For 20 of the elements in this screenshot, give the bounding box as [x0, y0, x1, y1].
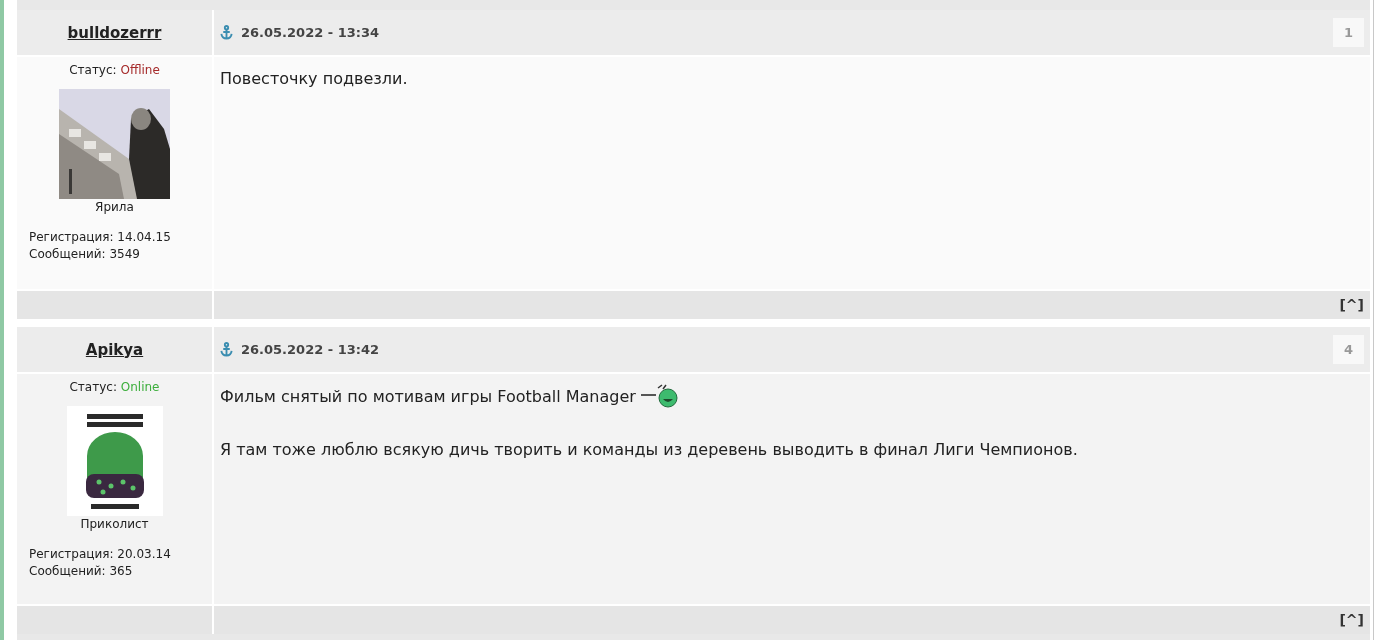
post-text: Я там тоже люблю всякую дичь творить и команды из деревень выводить в финал Лиги Чемпионов.	[220, 439, 1078, 459]
back-to-top-link[interactable]: [^]	[1339, 612, 1364, 628]
post-date: 26.05.2022 - 13:34	[241, 25, 381, 40]
status-value: Online	[120, 380, 160, 394]
user-rank: Приколист	[80, 517, 149, 531]
registration-date: Регистрация: 14.04.15	[29, 229, 172, 246]
status-label: Статус:	[69, 380, 117, 394]
user-rank: Ярила	[95, 200, 134, 214]
anchor-icon[interactable]	[220, 25, 233, 40]
back-to-top-link[interactable]: [^]	[1339, 297, 1364, 313]
message-count: Сообщений: 3549	[29, 246, 141, 263]
author-link[interactable]: Apikya	[85, 340, 144, 359]
message-count: Сообщений: 365	[29, 563, 134, 580]
post-date: 26.05.2022 - 13:42	[241, 342, 381, 357]
anchor-icon[interactable]	[220, 342, 233, 357]
post-text: Фильм снятый по мотивам игры Football Manager	[220, 386, 636, 406]
status-value: Offline	[120, 63, 160, 77]
status-label: Статус:	[69, 63, 117, 77]
registration-date: Регистрация: 20.03.14	[29, 546, 172, 563]
post-text: Повесточку подвезли.	[220, 68, 408, 88]
